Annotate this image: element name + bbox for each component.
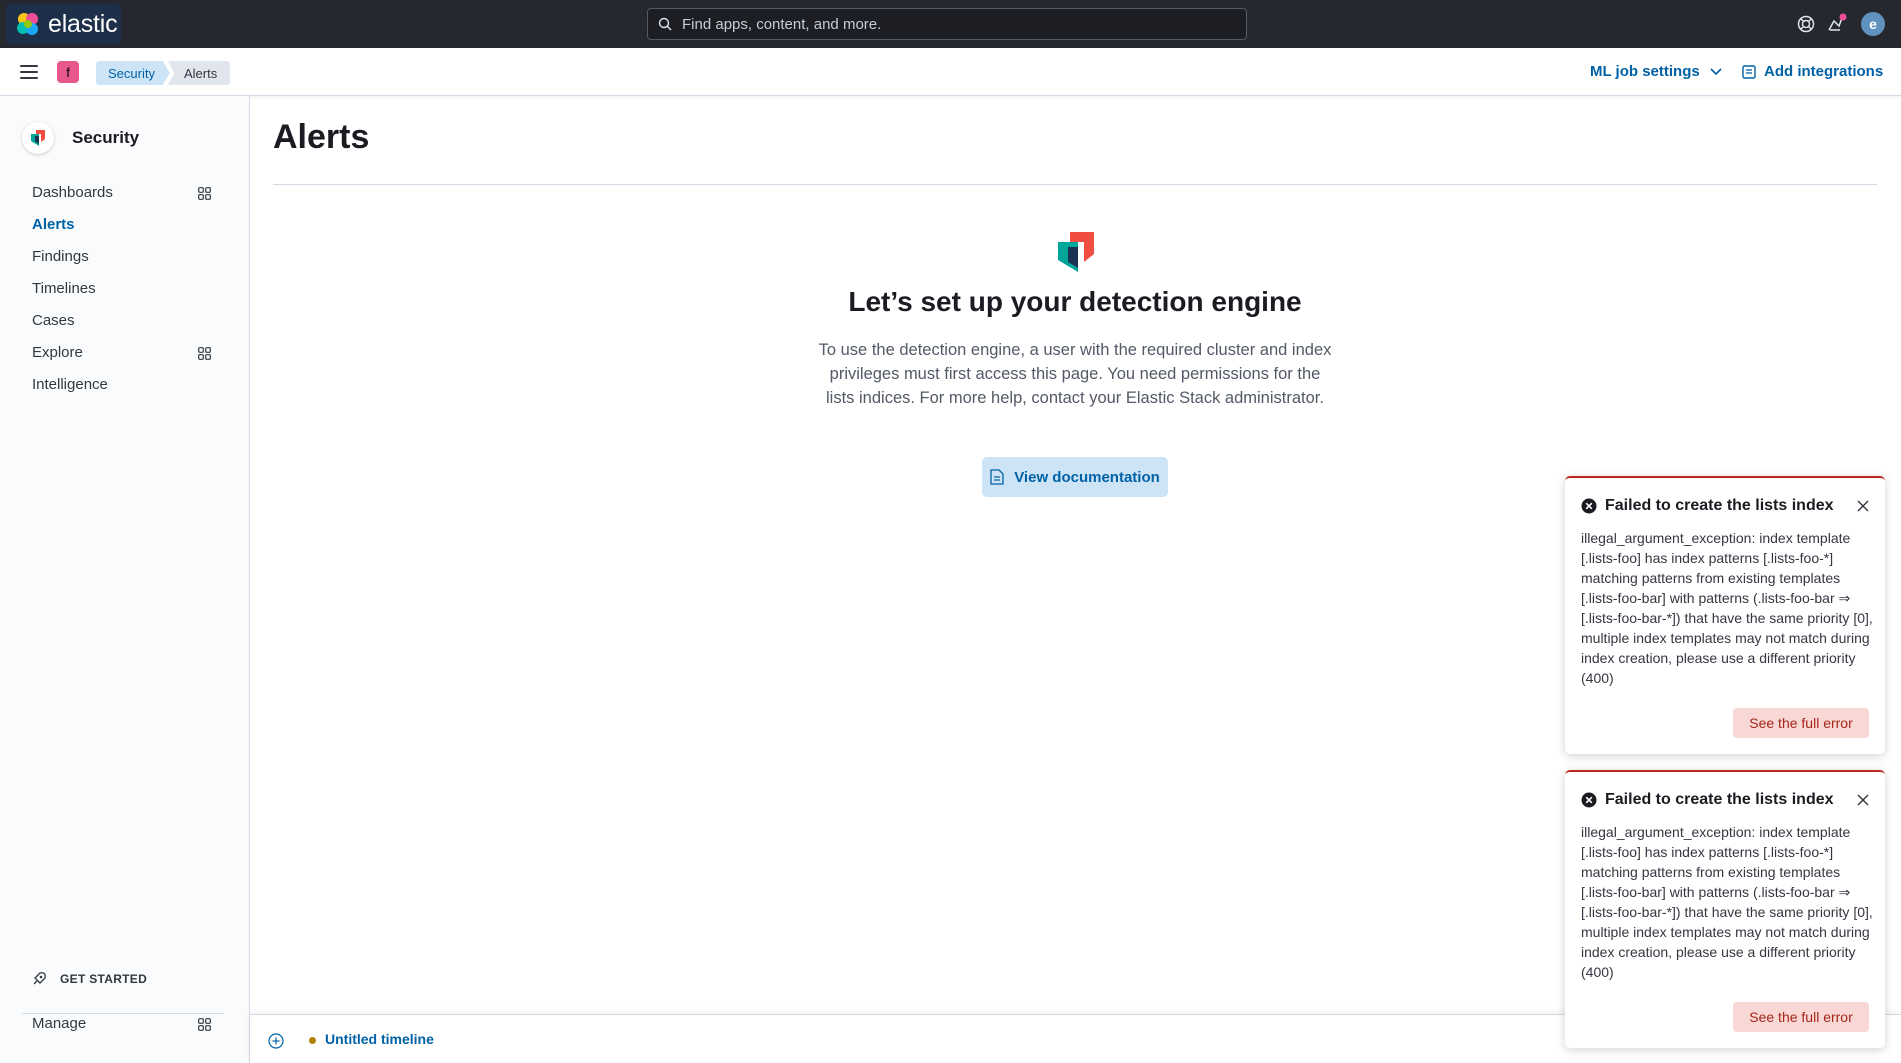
ml-job-settings-button[interactable]: ML job settings: [1590, 63, 1722, 80]
error-toast: Failed to create the lists index illegal…: [1565, 476, 1885, 754]
get-started-label: GET STARTED: [60, 972, 148, 986]
see-full-error-button[interactable]: See the full error: [1733, 1002, 1869, 1032]
rocket-icon: [33, 972, 46, 985]
sidebar-item-alerts[interactable]: Alerts: [32, 216, 75, 233]
elastic-logo-link[interactable]: elastic: [6, 4, 121, 44]
error-toast: Failed to create the lists index illegal…: [1565, 770, 1885, 1048]
add-integrations-button[interactable]: Add integrations: [1742, 63, 1883, 80]
sidebar-item-manage[interactable]: Manage: [32, 1015, 86, 1032]
close-icon[interactable]: [1857, 794, 1869, 806]
elastic-logo-icon: [17, 13, 38, 35]
grid-icon[interactable]: [198, 1018, 211, 1031]
get-started-link[interactable]: GET STARTED: [30, 970, 147, 988]
toast-title: Failed to create the lists index: [1605, 497, 1834, 514]
toast-body: illegal_argument_exception: index templa…: [1581, 530, 1873, 686]
search-icon: [658, 17, 672, 31]
add-integrations-label: Add integrations: [1764, 63, 1884, 80]
toast-title: Failed to create the lists index: [1605, 791, 1834, 808]
sidebar-divider: [22, 1013, 224, 1014]
view-documentation-label: View documentation: [1014, 468, 1160, 486]
help-icon[interactable]: [1795, 13, 1817, 35]
breadcrumb-alerts: Alerts: [168, 61, 230, 85]
view-documentation-button[interactable]: View documentation: [982, 457, 1168, 497]
add-timeline-icon[interactable]: [268, 1033, 284, 1049]
toast-header: Failed to create the lists index: [1581, 497, 1834, 515]
close-icon[interactable]: [1857, 500, 1869, 512]
error-icon: [1581, 498, 1597, 514]
integrations-icon: [1742, 64, 1756, 79]
sidebar-title: Security: [72, 128, 140, 147]
timeline-status-dot: [309, 1037, 316, 1044]
space-avatar[interactable]: f: [57, 61, 79, 83]
side-nav: Security Dashboards Alerts Findings Time…: [0, 96, 250, 1063]
security-logo-icon: [22, 122, 54, 154]
sidebar-item-cases[interactable]: Cases: [32, 312, 75, 329]
newsfeed-icon[interactable]: [1825, 13, 1847, 35]
app-subheader: f Security Alerts ML job settings Add in…: [0, 48, 1901, 96]
breadcrumb-security[interactable]: Security: [96, 61, 170, 85]
toast-body: illegal_argument_exception: index templa…: [1581, 824, 1873, 980]
page-title: Alerts: [273, 118, 370, 156]
security-shield-icon: [1058, 232, 1094, 272]
error-icon: [1581, 792, 1597, 808]
ml-job-settings-label: ML job settings: [1590, 63, 1700, 80]
user-avatar[interactable]: e: [1861, 12, 1885, 36]
global-header: elastic e: [0, 0, 1901, 48]
sidebar-item-dashboards[interactable]: Dashboards: [32, 184, 113, 201]
page-divider: [273, 184, 1877, 185]
chevron-down-icon: [1710, 67, 1722, 75]
grid-icon[interactable]: [198, 187, 211, 200]
empty-state-body: To use the detection engine, a user with…: [818, 341, 1332, 407]
brand-name: elastic: [48, 9, 118, 38]
document-icon: [990, 469, 1004, 485]
global-search[interactable]: [647, 8, 1247, 40]
menu-toggle-icon[interactable]: [20, 65, 38, 79]
empty-state-title: Let’s set up your detection engine: [848, 286, 1302, 317]
sidebar-item-explore[interactable]: Explore: [32, 344, 83, 361]
sidebar-item-timelines[interactable]: Timelines: [32, 280, 96, 297]
toast-header: Failed to create the lists index: [1581, 791, 1834, 809]
sidebar-header: Security: [22, 122, 139, 154]
grid-icon[interactable]: [198, 347, 211, 360]
untitled-timeline-link[interactable]: Untitled timeline: [325, 1031, 434, 1047]
sidebar-item-findings[interactable]: Findings: [32, 248, 89, 265]
sidebar-item-intelligence[interactable]: Intelligence: [32, 376, 108, 393]
search-input[interactable]: [682, 15, 1222, 33]
see-full-error-button[interactable]: See the full error: [1733, 708, 1869, 738]
